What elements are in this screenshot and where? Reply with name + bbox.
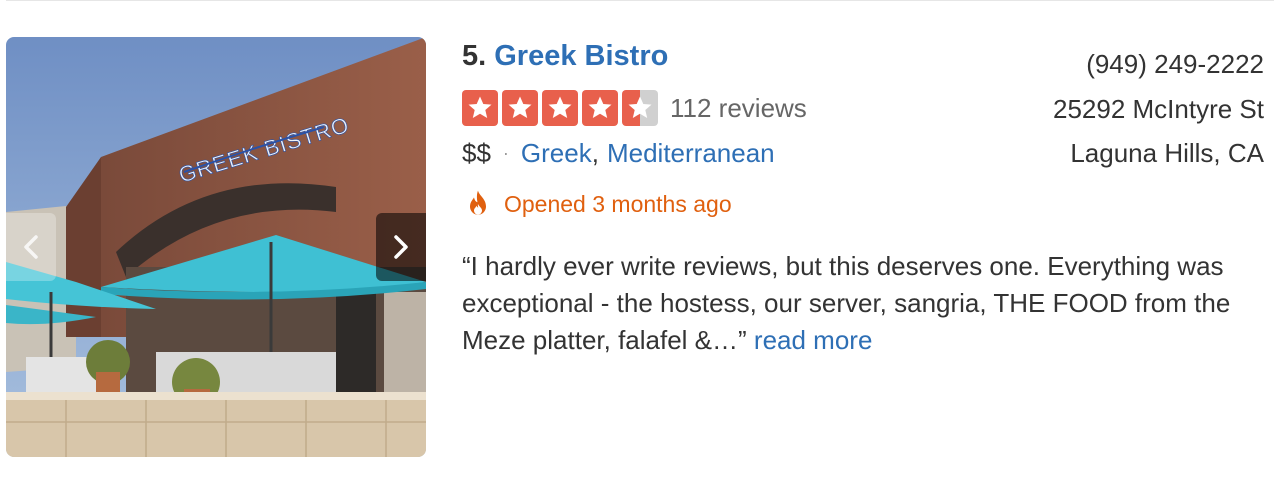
chevron-right-icon (394, 235, 408, 259)
category-separator: , (591, 138, 599, 168)
address-street: 25292 McIntyre St (1053, 93, 1264, 124)
star-icon (502, 90, 538, 126)
listing-rank: 5. (462, 40, 487, 72)
star-rating (462, 90, 658, 126)
category-row: $$ · Greek , Mediterranean (462, 138, 775, 169)
category-link-greek[interactable]: Greek (521, 138, 592, 169)
review-snippet: “I hardly ever write reviews, but this d… (462, 248, 1262, 359)
review-count: 112 reviews (670, 92, 807, 123)
photo-scene: GREEK BISTRO (6, 37, 426, 457)
star-icon (462, 90, 498, 126)
read-more-link[interactable]: read more (754, 325, 873, 355)
star-icon (622, 90, 658, 126)
opened-text: Opened 3 months ago (504, 190, 732, 217)
rating-row: 112 reviews (462, 90, 807, 126)
star-icon (582, 90, 618, 126)
photo-prev-button[interactable] (6, 213, 56, 281)
address-city: Laguna Hills, CA (1070, 138, 1264, 168)
business-photo[interactable]: GREEK BISTRO (6, 37, 426, 457)
price-range: $$ (462, 138, 491, 168)
chevron-left-icon (24, 235, 38, 259)
category-link-mediterranean[interactable]: Mediterranean (607, 138, 775, 169)
separator-dot: · (502, 143, 509, 163)
opened-badge: Opened 3 months ago (462, 188, 732, 220)
flame-icon (470, 190, 486, 215)
phone-number: (949) 249-2222 (1086, 49, 1264, 79)
business-title: 5. Greek Bistro (462, 40, 668, 73)
top-divider (6, 0, 1274, 1)
star-icon (542, 90, 578, 126)
business-name-link[interactable]: Greek Bistro (494, 40, 668, 72)
contact-info: (949) 249-2222 25292 McIntyre St Laguna … (1053, 42, 1264, 176)
photo-next-button[interactable] (376, 213, 426, 281)
